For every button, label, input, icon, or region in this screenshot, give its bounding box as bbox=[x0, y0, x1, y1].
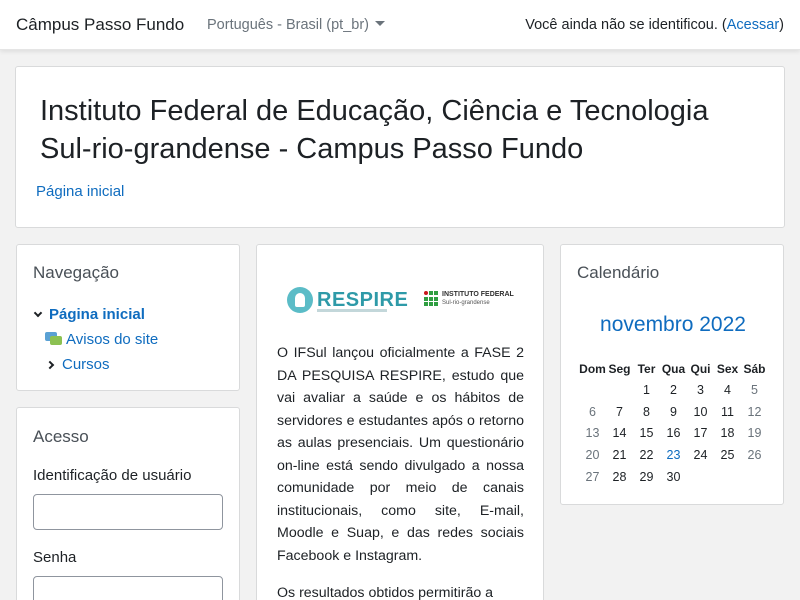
calendar-week-row: 20 21 22 23 24 25 26 bbox=[579, 444, 768, 466]
caret-down-icon bbox=[374, 21, 385, 26]
login-info-suffix: ) bbox=[779, 17, 784, 33]
forum-icon bbox=[45, 332, 62, 347]
login-title: Acesso bbox=[33, 427, 89, 446]
calendar-title: Calendário bbox=[577, 263, 660, 282]
password-label: Senha bbox=[33, 549, 77, 566]
calendar-block: Calendário novembro 2022 Dom Seg Ter Qua… bbox=[560, 244, 784, 505]
top-navbar: Câmpus Passo Fundo Português - Brasil (p… bbox=[0, 0, 800, 50]
password-input[interactable] bbox=[33, 576, 223, 600]
calendar-day[interactable]: 2 bbox=[660, 379, 687, 401]
nav-site-news-link[interactable]: Avisos do site bbox=[66, 331, 158, 348]
calendar-day[interactable]: 11 bbox=[714, 401, 741, 423]
calendar-day[interactable]: 13 bbox=[579, 422, 606, 444]
nav-home-link[interactable]: Página inicial bbox=[49, 306, 145, 323]
news-block: RESPIRE INSTITUTO FEDERAL Sul-rio-grande… bbox=[256, 244, 544, 600]
calendar-day[interactable]: 17 bbox=[687, 422, 714, 444]
calendar-day[interactable]: 5 bbox=[741, 379, 768, 401]
breadcrumb-home[interactable]: Página inicial bbox=[36, 183, 124, 200]
page-header: Instituto Federal de Educação, Ciência e… bbox=[15, 66, 785, 228]
calendar-day[interactable]: 3 bbox=[687, 379, 714, 401]
login-link[interactable]: Acessar bbox=[727, 17, 779, 33]
page-title: Instituto Federal de Educação, Ciência e… bbox=[40, 95, 709, 165]
navigation-title: Navegação bbox=[33, 263, 120, 282]
ifsul-logo-line1: INSTITUTO FEDERAL bbox=[442, 291, 514, 298]
calendar-weekday-row: Dom Seg Ter Qua Qui Sex Sáb bbox=[579, 359, 768, 379]
weekday-label: Dom bbox=[579, 362, 606, 376]
weekday-label: Qui bbox=[690, 362, 711, 376]
calendar-day[interactable]: 7 bbox=[606, 401, 633, 423]
calendar-day[interactable]: 19 bbox=[741, 422, 768, 444]
calendar-grid: Dom Seg Ter Qua Qui Sex Sáb 1 2 3 4 5 6 7 8 9 10 1… bbox=[579, 359, 768, 487]
calendar-day-empty bbox=[579, 379, 606, 401]
weekday-label: Ter bbox=[637, 362, 656, 376]
calendar-day[interactable]: 10 bbox=[687, 401, 714, 423]
calendar-day[interactable]: 29 bbox=[633, 466, 660, 488]
calendar-day[interactable]: 22 bbox=[633, 444, 660, 466]
navigation-block: Navegação Página inicial Avisos do site … bbox=[16, 244, 240, 391]
calendar-day[interactable]: 12 bbox=[741, 401, 768, 423]
calendar-day[interactable]: 26 bbox=[741, 444, 768, 466]
language-menu[interactable]: Português - Brasil (pt_br) bbox=[207, 17, 385, 33]
calendar-week-row: 13 14 15 16 17 18 19 bbox=[579, 422, 768, 444]
username-label: Identificação de usuário bbox=[33, 467, 192, 484]
calendar-day[interactable]: 18 bbox=[714, 422, 741, 444]
calendar-day[interactable]: 20 bbox=[579, 444, 606, 466]
news-body: O IFSul lançou oficialmente a FASE 2 DA … bbox=[277, 342, 524, 600]
calendar-day[interactable]: 16 bbox=[660, 422, 687, 444]
calendar-week-row: 12345 bbox=[579, 379, 768, 401]
site-brand-link[interactable]: Câmpus Passo Fundo bbox=[16, 15, 184, 35]
login-info: Você ainda não se identificou. (Acessar) bbox=[525, 17, 784, 33]
calendar-day[interactable]: 15 bbox=[633, 422, 660, 444]
nav-item-courses[interactable]: Cursos bbox=[33, 352, 158, 377]
news-logos: RESPIRE INSTITUTO FEDERAL Sul-rio-grande… bbox=[287, 287, 517, 317]
weekday-label: Sáb bbox=[743, 362, 766, 376]
calendar-day[interactable]: 25 bbox=[714, 444, 741, 466]
ifsul-grid-icon bbox=[424, 291, 438, 307]
nav-courses-link[interactable]: Cursos bbox=[62, 356, 110, 373]
calendar-day[interactable]: 1 bbox=[633, 379, 660, 401]
weekday-label: Qua bbox=[661, 362, 686, 376]
calendar-week-row: 6 7 8 9 10 11 12 bbox=[579, 401, 768, 423]
username-input[interactable] bbox=[33, 494, 223, 530]
calendar-day[interactable]: 23 bbox=[660, 444, 687, 466]
respire-tagline bbox=[317, 309, 387, 312]
chevron-right-icon[interactable] bbox=[45, 360, 55, 369]
calendar-day[interactable]: 24 bbox=[687, 444, 714, 466]
login-block: Acesso Identificação de usuário Senha bbox=[16, 407, 240, 600]
calendar-day[interactable]: 9 bbox=[660, 401, 687, 423]
calendar-day[interactable]: 21 bbox=[606, 444, 633, 466]
calendar-days: 1 2 3 4 5 6 7 8 9 10 11 12 13 14 15 16 17 18 19 20 21 22 23 24 2… bbox=[579, 379, 768, 487]
weekday-label: Seg bbox=[608, 362, 631, 376]
calendar-day[interactable]: 28 bbox=[606, 466, 633, 488]
calendar-day-empty bbox=[741, 466, 768, 488]
calendar-day[interactable]: 8 bbox=[633, 401, 660, 423]
calendar-week-row: 27 28 29 30 bbox=[579, 466, 768, 488]
calendar-day[interactable]: 4 bbox=[714, 379, 741, 401]
nav-item-home[interactable]: Página inicial bbox=[33, 302, 158, 327]
calendar-day[interactable]: 30 bbox=[660, 466, 687, 488]
nav-item-site-news[interactable]: Avisos do site bbox=[33, 327, 158, 352]
calendar-day-empty bbox=[606, 379, 633, 401]
calendar-month-link[interactable]: novembro 2022 bbox=[561, 313, 785, 337]
lungs-icon bbox=[287, 287, 313, 313]
calendar-day[interactable]: 6 bbox=[579, 401, 606, 423]
calendar-day[interactable]: 27 bbox=[579, 466, 606, 488]
news-paragraph-2: Os resultados obtidos permitirão a bbox=[277, 585, 494, 600]
navigation-tree: Página inicial Avisos do site Cursos bbox=[33, 302, 158, 377]
chevron-down-icon[interactable] bbox=[33, 308, 43, 317]
ifsul-logo-line2: Sul-rio-grandense bbox=[442, 300, 490, 306]
ifsul-logo-text: INSTITUTO FEDERAL Sul-rio-grandense bbox=[442, 291, 514, 307]
calendar-day-empty bbox=[687, 466, 714, 488]
login-info-text: Você ainda não se identificou. ( bbox=[525, 17, 727, 33]
news-paragraph-1: O IFSul lançou oficialmente a FASE 2 DA … bbox=[277, 345, 524, 564]
weekday-label: Sex bbox=[716, 362, 739, 376]
ifsul-logo: INSTITUTO FEDERAL Sul-rio-grandense bbox=[424, 291, 514, 307]
calendar-day[interactable]: 14 bbox=[606, 422, 633, 444]
calendar-day-empty bbox=[714, 466, 741, 488]
language-label: Português - Brasil (pt_br) bbox=[207, 17, 369, 33]
